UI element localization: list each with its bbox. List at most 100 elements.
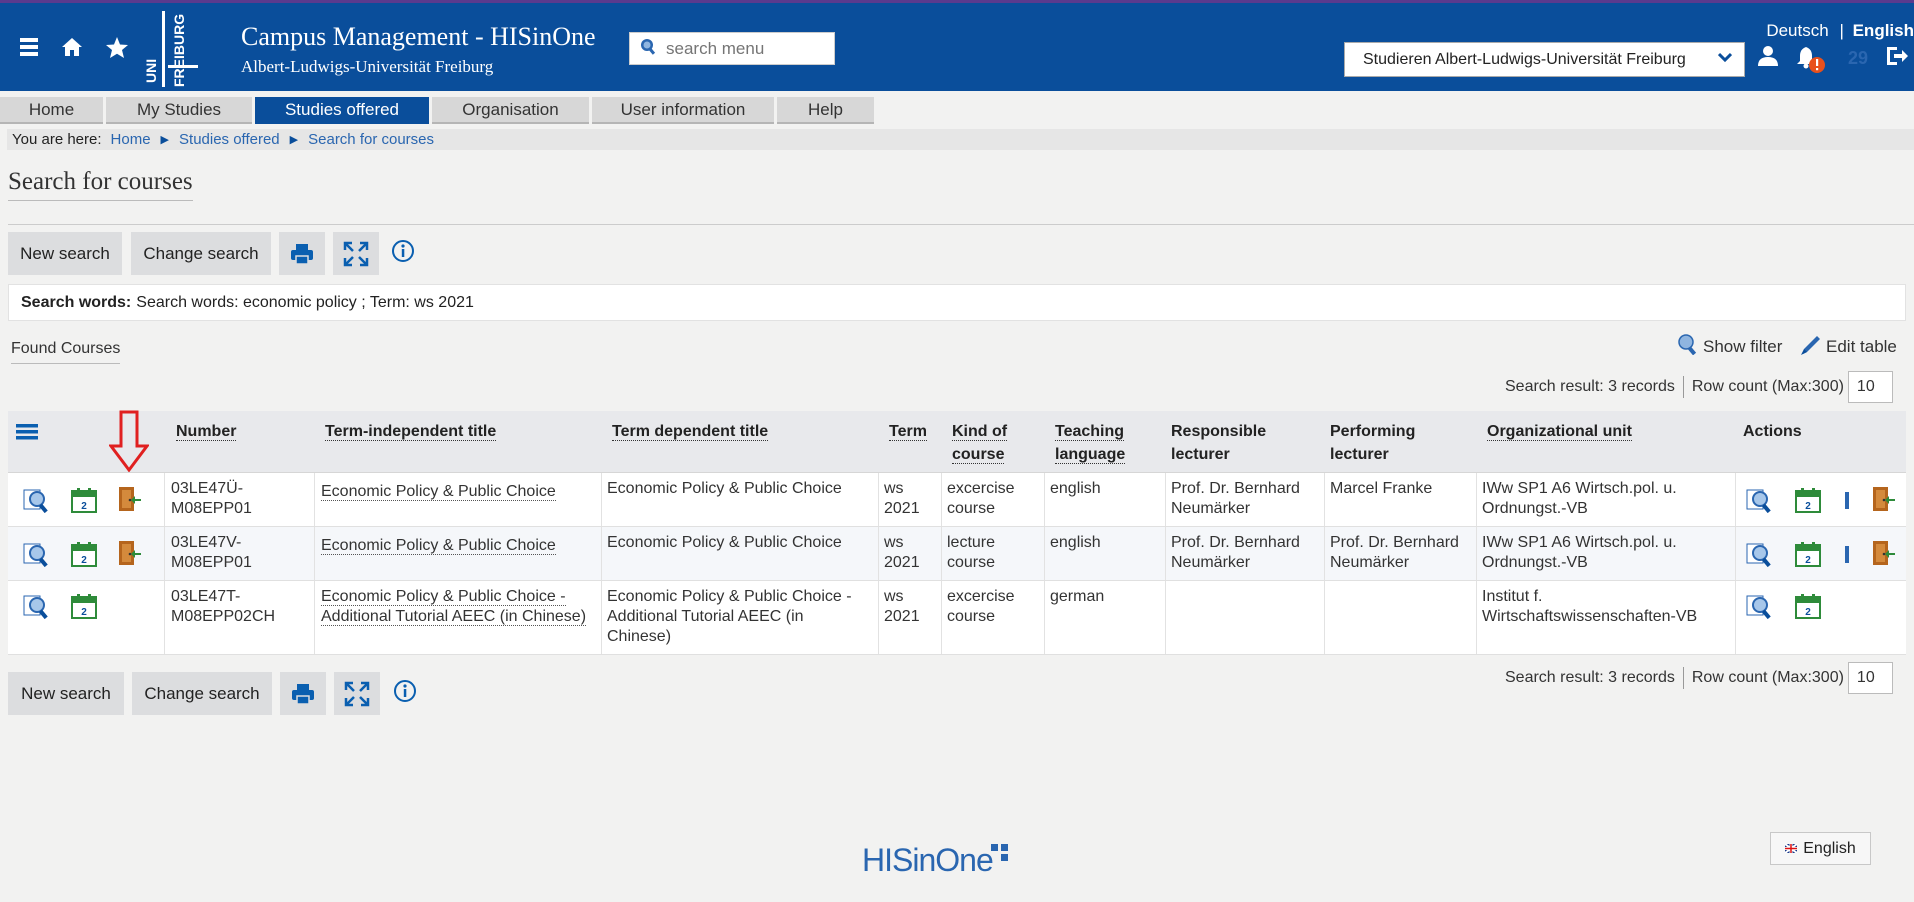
row-count-input[interactable]: 10 (1847, 371, 1893, 403)
course-title-link[interactable]: Economic Policy & Public Choice (321, 482, 556, 502)
course-language: english (1050, 480, 1101, 497)
course-details-magnifier-icon[interactable] (1746, 593, 1774, 624)
new-search-button-bottom[interactable]: New search (8, 672, 124, 715)
course-number: 03LE47Ü-M08EPP01 (171, 480, 252, 517)
info-bar-icon[interactable] (1845, 546, 1850, 568)
info-icon[interactable] (391, 239, 415, 268)
fullscreen-button[interactable] (333, 232, 379, 275)
course-title-link[interactable]: Economic Policy & Public Choice - Additi… (321, 587, 591, 627)
column-divider (1044, 527, 1045, 580)
info-icon[interactable] (393, 679, 417, 708)
language-switch: Deutsch | English (1766, 21, 1914, 41)
svg-text:2: 2 (1805, 607, 1811, 618)
column-header-kind-of-course[interactable]: Kind of course (952, 420, 1026, 466)
calendar-icon[interactable]: 2 (1795, 487, 1821, 518)
column-divider (1165, 527, 1166, 580)
show-filter-link[interactable]: Show filter (1678, 333, 1782, 360)
calendar-icon[interactable]: 2 (1795, 541, 1821, 572)
user-icon[interactable] (1757, 45, 1779, 71)
performing-lecturer: Marcel Franke (1330, 480, 1433, 497)
tab-help[interactable]: Help (777, 97, 874, 124)
menu-search-box[interactable] (629, 32, 835, 65)
change-search-button[interactable]: Change search (131, 232, 271, 275)
column-divider (1044, 581, 1045, 654)
column-header-term-dependent-title[interactable]: Term dependent title (612, 420, 769, 443)
column-divider (1476, 473, 1477, 526)
enroll-door-icon[interactable] (116, 486, 142, 517)
column-header-term[interactable]: Term (889, 420, 927, 443)
main-navigation: Home My Studies Studies offered Organisa… (0, 97, 877, 124)
enroll-door-icon[interactable] (1870, 540, 1896, 571)
divider (8, 224, 1914, 225)
calendar-icon[interactable]: 2 (71, 541, 97, 572)
breadcrumb-studies-offered[interactable]: Studies offered (179, 131, 280, 148)
column-menu-icon[interactable] (16, 423, 38, 446)
column-header-teaching-language[interactable]: Teaching language (1055, 420, 1145, 466)
fullscreen-button-bottom[interactable] (334, 672, 380, 715)
row-count-input[interactable]: 10 (1847, 662, 1893, 694)
column-divider (941, 473, 942, 526)
edit-table-label: Edit table (1826, 336, 1897, 356)
course-details-magnifier-icon[interactable] (1746, 487, 1774, 518)
print-button[interactable] (279, 232, 325, 275)
course-details-magnifier-icon[interactable] (23, 541, 51, 572)
tab-my-studies[interactable]: My Studies (106, 97, 252, 124)
main-menu-icon[interactable] (20, 37, 38, 61)
tab-user-information[interactable]: User information (592, 97, 774, 124)
column-header-organizational-unit[interactable]: Organizational unit (1487, 420, 1632, 443)
footer-language-button[interactable]: English (1770, 832, 1871, 865)
print-button-bottom[interactable] (280, 672, 326, 715)
edit-table-link[interactable]: Edit table (1800, 333, 1897, 360)
show-filter-label: Show filter (1703, 336, 1783, 356)
pencil-icon (1800, 333, 1822, 360)
menu-search-input[interactable] (664, 37, 824, 60)
lang-deutsch-link[interactable]: Deutsch (1766, 21, 1828, 40)
calendar-icon[interactable]: 2 (1795, 593, 1821, 624)
column-divider (314, 473, 315, 526)
notifications-bell-icon[interactable] (1796, 45, 1826, 79)
responsible-lecturer: Prof. Dr. Bernhard Neumärker (1171, 480, 1300, 517)
uk-flag-icon (1784, 840, 1798, 858)
calendar-icon[interactable]: 2 (71, 487, 97, 518)
column-divider (164, 473, 165, 526)
home-icon[interactable] (61, 37, 83, 61)
column-header-performing-lecturer: Performing lecturer (1330, 423, 1416, 463)
tab-organisation[interactable]: Organisation (432, 97, 589, 124)
course-details-magnifier-icon[interactable] (23, 487, 51, 518)
course-term-title: Economic Policy & Public Choice (607, 480, 842, 497)
column-header-term-independent-title[interactable]: Term-independent title (325, 420, 497, 443)
tab-studies-offered[interactable]: Studies offered (255, 97, 429, 124)
role-select[interactable]: Studieren Albert-Ludwigs-Universität Fre… (1344, 42, 1745, 77)
column-header-number[interactable]: Number (176, 420, 237, 443)
role-select-value: Studieren Albert-Ludwigs-Universität Fre… (1363, 50, 1686, 68)
enroll-door-icon[interactable] (1870, 486, 1896, 517)
course-details-magnifier-icon[interactable] (23, 593, 51, 624)
tab-home[interactable]: Home (0, 97, 103, 124)
column-divider (1735, 527, 1736, 580)
hisinone-footer-logo: HISinOne (862, 842, 994, 878)
table-row: 2 03LE47Ü-M08EPP01 Economic Policy & Pub… (8, 473, 1906, 527)
logout-icon[interactable] (1885, 45, 1909, 71)
column-divider (601, 473, 602, 526)
expand-arrows-icon (344, 681, 370, 707)
change-search-button-bottom[interactable]: Change search (132, 672, 272, 715)
info-bar-icon[interactable] (1845, 492, 1850, 514)
expand-arrows-icon (343, 241, 369, 267)
course-details-magnifier-icon[interactable] (1746, 541, 1774, 572)
course-kind: lecture course (947, 534, 996, 571)
magnifier-icon (1678, 333, 1698, 360)
breadcrumb-search-for-courses[interactable]: Search for courses (308, 131, 434, 148)
row-count-label: Row count (Max:300) (1691, 378, 1844, 395)
row-count-label: Row count (Max:300) (1691, 669, 1844, 686)
favorites-star-icon[interactable] (106, 37, 128, 62)
lang-english-link[interactable]: English (1853, 21, 1914, 40)
breadcrumb-home[interactable]: Home (111, 131, 151, 148)
university-logo[interactable]: UNI FREIBURG (143, 9, 200, 89)
course-term-title: Economic Policy & Public Choice - Additi… (607, 588, 852, 645)
logo-text-b: FREIBURG (171, 14, 187, 87)
calendar-icon[interactable]: 2 (71, 593, 97, 624)
new-search-button[interactable]: New search (8, 232, 122, 275)
enroll-door-icon[interactable] (116, 540, 142, 571)
column-divider (314, 581, 315, 654)
course-title-link[interactable]: Economic Policy & Public Choice (321, 536, 556, 556)
